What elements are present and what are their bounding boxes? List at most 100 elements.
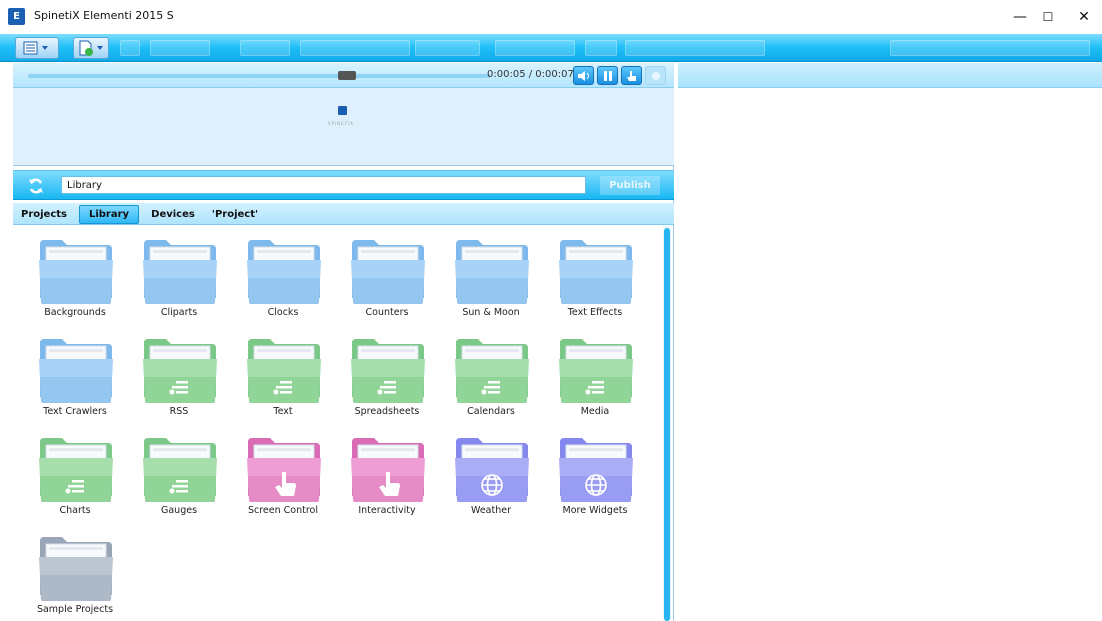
library-item[interactable]: Backgrounds <box>23 226 127 324</box>
volume-button[interactable] <box>573 66 594 85</box>
library-item[interactable]: Text <box>231 325 335 423</box>
library-item[interactable]: Calendars <box>439 325 543 423</box>
library-item-label: Sun & Moon <box>462 307 520 318</box>
library-item-label: Sample Projects <box>36 604 114 615</box>
pause-icon <box>603 70 612 81</box>
library-item[interactable]: More Widgets <box>543 424 647 522</box>
align-buttons-group[interactable] <box>890 40 1090 56</box>
library-item[interactable]: Interactivity <box>335 424 439 522</box>
window-title: SpinetiX Elementi 2015 S <box>34 9 174 22</box>
library-item[interactable]: Gauges <box>127 424 231 522</box>
main-toolbar <box>0 34 1102 62</box>
library-item-label: Cliparts <box>160 307 198 318</box>
spinetix-logo-icon <box>338 106 347 115</box>
text-style-buttons-group[interactable] <box>625 40 765 56</box>
record-icon <box>651 71 660 80</box>
folder-icon <box>247 240 321 304</box>
data-list-icon <box>143 438 217 502</box>
library-item[interactable]: Cliparts <box>127 226 231 324</box>
close-button[interactable]: ✕ <box>1064 0 1102 34</box>
library-item[interactable]: Screen Control <box>231 424 335 522</box>
data-list-icon <box>455 339 529 403</box>
format-buttons-group[interactable] <box>415 40 480 56</box>
library-item-label: Clocks <box>267 307 299 318</box>
tab-library[interactable]: Library <box>79 205 139 224</box>
address-bar: Publish <box>13 170 674 200</box>
hand-pointer-icon <box>351 438 425 502</box>
library-scrollbar[interactable] <box>663 226 671 621</box>
title-bar: E SpinetiX Elementi 2015 S — ☐ ✕ <box>0 0 1102 34</box>
data-list-icon <box>247 339 321 403</box>
timeline-thumb[interactable] <box>338 71 356 80</box>
save-button[interactable] <box>120 40 140 56</box>
library-item-label: Weather <box>471 505 511 516</box>
library-item[interactable]: Charts <box>23 424 127 522</box>
new-document-button[interactable] <box>73 37 109 59</box>
globe-icon <box>559 438 633 502</box>
library-item-label: Gauges <box>160 505 198 516</box>
folder-icon <box>39 339 113 403</box>
library-item-label: Text Crawlers <box>43 406 107 417</box>
library-item[interactable]: RSS <box>127 325 231 423</box>
preview-area[interactable]: SPINETIX <box>13 88 674 166</box>
folder-icon <box>39 537 113 601</box>
font-select[interactable] <box>495 40 575 56</box>
library-grid: Backgrounds Cliparts Clocks Counters Sun & M… <box>13 226 663 621</box>
right-pane <box>678 63 1102 621</box>
library-item[interactable]: Sun & Moon <box>439 226 543 324</box>
refresh-button[interactable] <box>26 176 45 195</box>
library-item-label: Backgrounds <box>44 307 106 318</box>
data-list-icon <box>39 438 113 502</box>
publish-button[interactable]: Publish <box>600 176 660 195</box>
library-item[interactable]: Media <box>543 325 647 423</box>
menu-icon <box>23 41 48 55</box>
right-pane-header <box>678 63 1102 88</box>
globe-icon <box>455 438 529 502</box>
library-item-label: Charts <box>59 505 91 516</box>
library-item-label: Media <box>580 406 610 417</box>
new-document-icon <box>79 40 103 56</box>
player-bar: 0:00:05 / 0:00:07 <box>13 63 674 88</box>
data-list-icon <box>351 339 425 403</box>
folder-icon <box>143 240 217 304</box>
tab-projects[interactable]: Projects <box>21 205 67 224</box>
library-item[interactable]: Text Crawlers <box>23 325 127 423</box>
library-item-label: RSS <box>169 406 189 417</box>
address-input[interactable] <box>61 176 586 194</box>
record-button[interactable] <box>645 66 666 85</box>
library-item-label: Interactivity <box>358 505 416 516</box>
hand-pointer-icon <box>626 70 636 81</box>
layout-buttons-group[interactable] <box>300 40 410 56</box>
library-item-label: Calendars <box>467 406 515 417</box>
scrollbar-thumb[interactable] <box>664 228 670 621</box>
folder-icon <box>455 240 529 304</box>
left-pane: 0:00:05 / 0:00:07 SPINETIX Library Publi… <box>0 63 674 621</box>
folder-icon <box>39 240 113 304</box>
library-item[interactable]: Weather <box>439 424 543 522</box>
tab-strip: Projects Library Devices 'Project' <box>13 203 674 225</box>
library-item[interactable]: Counters <box>335 226 439 324</box>
tab-devices[interactable]: Devices <box>148 205 198 224</box>
library-item-label: Text <box>273 406 293 417</box>
library-item-label: Spreadsheets <box>354 406 420 417</box>
timeline-track[interactable] <box>28 74 490 78</box>
tab-project[interactable]: 'Project' <box>210 205 260 224</box>
folder-icon <box>351 240 425 304</box>
font-size-select[interactable] <box>585 40 617 56</box>
clipboard-buttons-group[interactable] <box>240 40 290 56</box>
library-item-label: Counters <box>365 307 409 318</box>
pause-button[interactable] <box>597 66 618 85</box>
preview-brand-text: SPINETIX <box>328 121 355 126</box>
menu-button[interactable] <box>15 37 59 59</box>
speaker-icon <box>577 70 589 81</box>
edit-buttons-group[interactable] <box>150 40 210 56</box>
data-list-icon <box>559 339 633 403</box>
library-item[interactable]: Clocks <box>231 226 335 324</box>
time-readout: 0:00:05 / 0:00:07 <box>487 69 574 80</box>
library-item[interactable]: Sample Projects <box>23 523 127 621</box>
library-item[interactable]: Text Effects <box>543 226 647 324</box>
library-item-label: More Widgets <box>562 505 628 516</box>
library-item[interactable]: Spreadsheets <box>335 325 439 423</box>
maximize-button[interactable]: ☐ <box>1028 0 1068 34</box>
interact-button[interactable] <box>621 66 642 85</box>
